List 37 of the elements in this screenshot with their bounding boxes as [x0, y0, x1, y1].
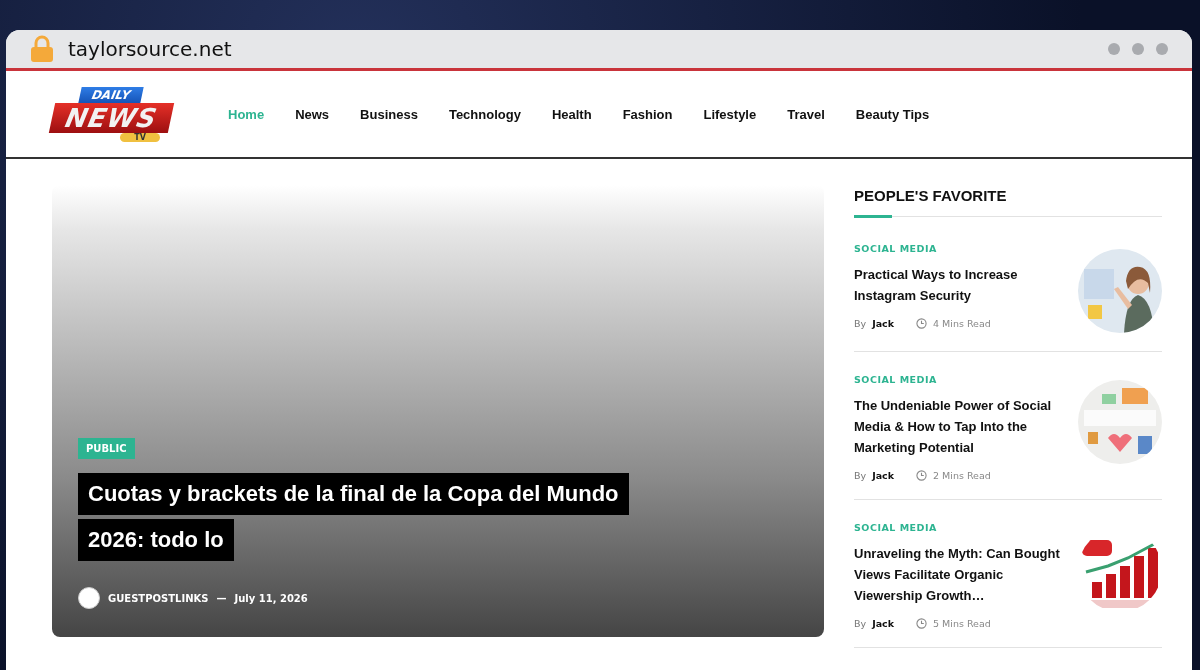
hero-title[interactable]: 2026: todo lo: [78, 519, 234, 561]
nav-link[interactable]: Beauty Tips: [855, 106, 930, 122]
author-name[interactable]: GUESTPOSTLINKS: [108, 592, 209, 604]
section-title: PEOPLE'S FAVORITE: [854, 187, 1008, 204]
window-dot[interactable]: [1132, 43, 1144, 55]
nav-link[interactable]: News: [295, 106, 330, 122]
post-author[interactable]: Jack: [872, 618, 895, 629]
hero-title[interactable]: Cuotas y brackets de la final de la Copa del Mundo: [78, 473, 629, 515]
author-avatar: [78, 587, 100, 609]
post-title[interactable]: The Undeniable Power of Social Media & How to Tap Into the Marketing Potential: [854, 395, 1066, 458]
nav-link[interactable]: Lifestyle: [703, 106, 757, 122]
clock-icon: [916, 470, 928, 481]
post-title[interactable]: Unraveling the Myth: Can Bought Views Facilitate Organic Viewership Growth…: [854, 543, 1066, 606]
nav-link[interactable]: Travel: [787, 106, 825, 122]
separator: —: [216, 592, 227, 604]
read-time: 4 Mins Read: [933, 318, 991, 329]
read-time: 2 Mins Read: [933, 470, 991, 481]
post-author[interactable]: Jack: [872, 470, 895, 481]
by-label: By: [854, 318, 867, 329]
by-label: By: [854, 618, 867, 629]
title-accent: [854, 215, 892, 218]
post-title[interactable]: Practical Ways to Increase Instagram Security: [854, 264, 1066, 306]
nav-link[interactable]: Health: [551, 106, 592, 122]
url-text[interactable]: taylorsource.net: [68, 37, 232, 61]
post-author[interactable]: Jack: [872, 318, 895, 329]
padlock-icon: [30, 35, 54, 63]
clock-icon: [916, 318, 928, 329]
window-dot[interactable]: [1156, 43, 1168, 55]
clock-icon: [916, 618, 928, 629]
nav-link[interactable]: Business: [360, 106, 418, 122]
logo[interactable]: DAILY NEWS TV: [46, 71, 176, 157]
read-time: 5 Mins Read: [933, 618, 991, 629]
nav-link[interactable]: Technology: [448, 106, 521, 122]
nav-link[interactable]: Fashion: [622, 106, 673, 122]
window-dot[interactable]: [1108, 43, 1120, 55]
by-label: By: [854, 470, 867, 481]
post-date: July 11, 2026: [234, 592, 308, 604]
